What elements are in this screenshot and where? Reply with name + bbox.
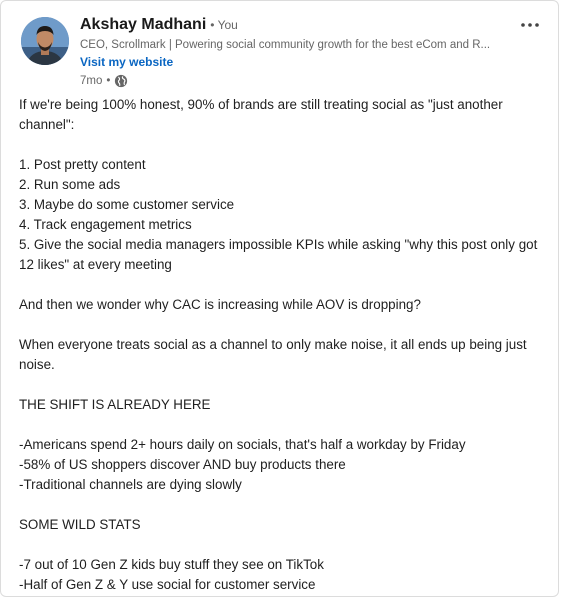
post-text-line: If we're being 100% honest, 90% of brand… — [19, 97, 503, 132]
name-row: Akshay Madhani • You — [80, 14, 500, 36]
post-text-line: 2. Run some ads — [19, 177, 121, 192]
post-header: Akshay Madhani • You CEO, Scrollmark | P… — [1, 1, 558, 93]
post-body: If we're being 100% honest, 90% of brand… — [19, 95, 541, 595]
post-time[interactable]: 7mo — [80, 72, 102, 90]
you-label: • You — [210, 18, 238, 32]
post-text-line: And then we wonder why CAC is increasing… — [19, 297, 421, 312]
author-headline: CEO, Scrollmark | Powering social commun… — [80, 39, 491, 51]
avatar[interactable] — [21, 17, 69, 65]
post-text-line: SOME WILD STATS — [19, 517, 141, 532]
post-text-line: When everyone treats social as a channel… — [19, 337, 527, 372]
author-info: Akshay Madhani • You CEO, Scrollmark | P… — [80, 14, 500, 90]
post-text-line: -58% of US shoppers discover AND buy pro… — [19, 457, 346, 472]
post-text-line: -Americans spend 2+ hours daily on socia… — [19, 437, 466, 452]
more-options-icon[interactable] — [518, 15, 542, 35]
meta-separator: • — [106, 75, 111, 87]
post-text-line: -Half of Gen Z & Y use social for custom… — [19, 577, 316, 592]
post-text-line: -Traditional channels are dying slowly — [19, 477, 242, 492]
visit-website-link[interactable]: Visit my website — [80, 54, 173, 70]
post-meta: 7mo • — [80, 72, 500, 90]
globe-icon — [114, 74, 128, 88]
post-text-line: 5. Give the social media managers imposs… — [19, 237, 538, 272]
post-text-line: 3. Maybe do some customer service — [19, 197, 235, 212]
post-text-line: 1. Post pretty content — [19, 157, 146, 172]
post-card: Akshay Madhani • You CEO, Scrollmark | P… — [0, 0, 559, 597]
author-name[interactable]: Akshay Madhani — [80, 14, 206, 35]
post-text-line: 4. Track engagement metrics — [19, 217, 192, 232]
post-text-line: THE SHIFT IS ALREADY HERE — [19, 397, 211, 412]
post-text-line: -7 out of 10 Gen Z kids buy stuff they s… — [19, 557, 324, 572]
